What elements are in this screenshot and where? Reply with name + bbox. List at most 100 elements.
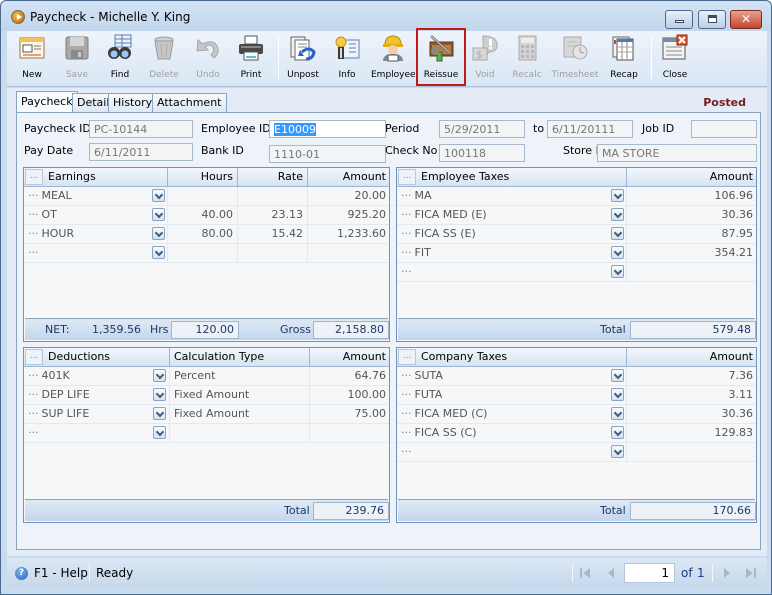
amount-cell[interactable]: 7.36 (627, 367, 757, 385)
recalc-button[interactable]: Recalc (507, 32, 547, 84)
deduction-name-cell[interactable]: ··· SUP LIFE (24, 405, 170, 423)
employee-taxes-header-menu-button[interactable]: ... (398, 169, 416, 185)
employee-taxes-row[interactable]: ··· FIT 354.21 (397, 244, 756, 263)
minimize-button[interactable] (665, 10, 693, 29)
employee-id-field[interactable]: E10009 (269, 120, 386, 138)
period-from-field[interactable]: 5/29/2011 (439, 120, 525, 138)
print-button[interactable]: Print (231, 32, 271, 84)
tab-paycheck[interactable]: Paycheck (16, 91, 78, 112)
amount-cell[interactable] (310, 424, 390, 442)
calculation-type-cell[interactable]: Fixed Amount (170, 405, 310, 423)
chevron-down-icon[interactable] (611, 369, 624, 382)
chevron-down-icon[interactable] (611, 265, 624, 278)
deductions-header-menu-button[interactable]: ... (25, 349, 43, 365)
hours-cell[interactable] (168, 244, 238, 262)
chevron-down-icon[interactable] (152, 246, 165, 259)
recap-button[interactable]: Recap (604, 32, 644, 84)
earning-name-cell[interactable]: ··· (24, 244, 168, 262)
employee-taxes-amount-header[interactable]: Amount (627, 168, 757, 186)
delete-button[interactable]: Delete (144, 32, 184, 84)
chevron-down-icon[interactable] (611, 445, 624, 458)
last-page-button[interactable] (744, 566, 758, 580)
amount-cell[interactable]: 64.76 (310, 367, 390, 385)
chevron-down-icon[interactable] (153, 388, 166, 401)
chevron-down-icon[interactable] (611, 227, 624, 240)
employee-taxes-row[interactable]: ··· MA 106.96 (397, 187, 756, 206)
earnings-row[interactable]: ··· OT 40.00 23.13 925.20 (24, 206, 389, 225)
amount-cell[interactable]: 3.11 (627, 386, 757, 404)
chevron-down-icon[interactable] (153, 369, 166, 382)
chevron-down-icon[interactable] (611, 189, 624, 202)
deductions-row[interactable]: ··· (24, 424, 389, 443)
tax-name-cell[interactable]: ··· FICA MED (E) (397, 206, 627, 224)
deductions-column-header[interactable]: Deductions (24, 348, 170, 366)
info-button[interactable]: Info (327, 32, 367, 84)
calculation-type-column-header[interactable]: Calculation Type (170, 348, 310, 366)
employee-taxes-row[interactable]: ··· FICA SS (E) 87.95 (397, 225, 756, 244)
deductions-row[interactable]: ··· DEP LIFE Fixed Amount 100.00 (24, 386, 389, 405)
deductions-row[interactable]: ··· SUP LIFE Fixed Amount 75.00 (24, 405, 389, 424)
deductions-amount-header[interactable]: Amount (310, 348, 390, 366)
earnings-row[interactable]: ··· (24, 244, 389, 263)
paycheck-id-field[interactable]: PC-10144 (89, 120, 193, 138)
close-window-button[interactable]: ✕ (730, 10, 762, 29)
rate-cell[interactable]: 23.13 (238, 206, 308, 224)
find-button[interactable]: Find (100, 32, 140, 84)
title-bar[interactable]: Paycheck - Michelle Y. King ✕ (1, 1, 771, 31)
page-number-input[interactable]: 1 (624, 563, 675, 583)
company-taxes-header-menu-button[interactable]: ... (398, 349, 416, 365)
tax-name-cell[interactable]: ··· SUTA (397, 367, 627, 385)
tax-name-cell[interactable]: ··· FICA SS (C) (397, 424, 627, 442)
deduction-name-cell[interactable]: ··· DEP LIFE (24, 386, 170, 404)
help-icon[interactable]: ? (15, 567, 28, 580)
chevron-down-icon[interactable] (611, 208, 624, 221)
save-button[interactable]: Save (57, 32, 97, 84)
amount-cell[interactable]: 106.96 (627, 187, 757, 205)
chevron-down-icon[interactable] (611, 407, 624, 420)
bank-id-field[interactable]: 1110-01 (269, 145, 386, 163)
deductions-row[interactable]: ··· 401K Percent 64.76 (24, 367, 389, 386)
chevron-down-icon[interactable] (153, 426, 166, 439)
company-taxes-row[interactable]: ··· SUTA 7.36 (397, 367, 756, 386)
amount-cell[interactable]: 30.36 (627, 405, 757, 423)
chevron-down-icon[interactable] (152, 208, 165, 221)
employee-taxes-row[interactable]: ··· (397, 263, 756, 282)
rate-column-header[interactable]: Rate (238, 168, 308, 186)
amount-cell[interactable]: 1,233.60 (308, 225, 390, 243)
amount-cell[interactable]: 354.21 (627, 244, 757, 262)
amount-cell[interactable]: 30.36 (627, 206, 757, 224)
company-taxes-column-header[interactable]: Company Taxes (397, 348, 627, 366)
close-button[interactable]: Close (655, 32, 695, 84)
void-button[interactable]: $ Void (465, 32, 505, 84)
next-page-button[interactable] (720, 566, 734, 580)
tax-name-cell[interactable]: ··· FUTA (397, 386, 627, 404)
earnings-header-menu-button[interactable]: ... (25, 169, 43, 185)
deduction-name-cell[interactable]: ··· 401K (24, 367, 170, 385)
chevron-down-icon[interactable] (611, 388, 624, 401)
amount-cell[interactable]: 129.83 (627, 424, 757, 442)
company-taxes-row[interactable]: ··· FUTA 3.11 (397, 386, 756, 405)
period-to-field[interactable]: 6/11/20111 (547, 120, 633, 138)
company-taxes-row[interactable]: ··· FICA SS (C) 129.83 (397, 424, 756, 443)
rate-cell[interactable]: 15.42 (238, 225, 308, 243)
chevron-down-icon[interactable] (153, 407, 166, 420)
tax-name-cell[interactable]: ··· FICA SS (E) (397, 225, 627, 243)
employee-taxes-row[interactable]: ··· FICA MED (E) 30.36 (397, 206, 756, 225)
earnings-column-header[interactable]: Earnings (24, 168, 168, 186)
chevron-down-icon[interactable] (611, 246, 624, 259)
amount-cell[interactable] (308, 244, 390, 262)
check-no-field[interactable]: 100118 (439, 144, 525, 162)
chevron-down-icon[interactable] (152, 227, 165, 240)
earnings-row[interactable]: ··· MEAL 20.00 (24, 187, 389, 206)
previous-page-button[interactable] (604, 566, 618, 580)
earning-name-cell[interactable]: ··· MEAL (24, 187, 168, 205)
employee-button[interactable]: Employee (371, 32, 416, 84)
hours-column-header[interactable]: Hours (168, 168, 238, 186)
earnings-row[interactable]: ··· HOUR 80.00 15.42 1,233.60 (24, 225, 389, 244)
undo-button[interactable]: Undo (188, 32, 228, 84)
timesheet-button[interactable]: Timesheet (550, 32, 600, 84)
deduction-name-cell[interactable]: ··· (24, 424, 170, 442)
calculation-type-cell[interactable]: Percent (170, 367, 310, 385)
calculation-type-cell[interactable] (170, 424, 310, 442)
maximize-button[interactable] (698, 10, 726, 29)
